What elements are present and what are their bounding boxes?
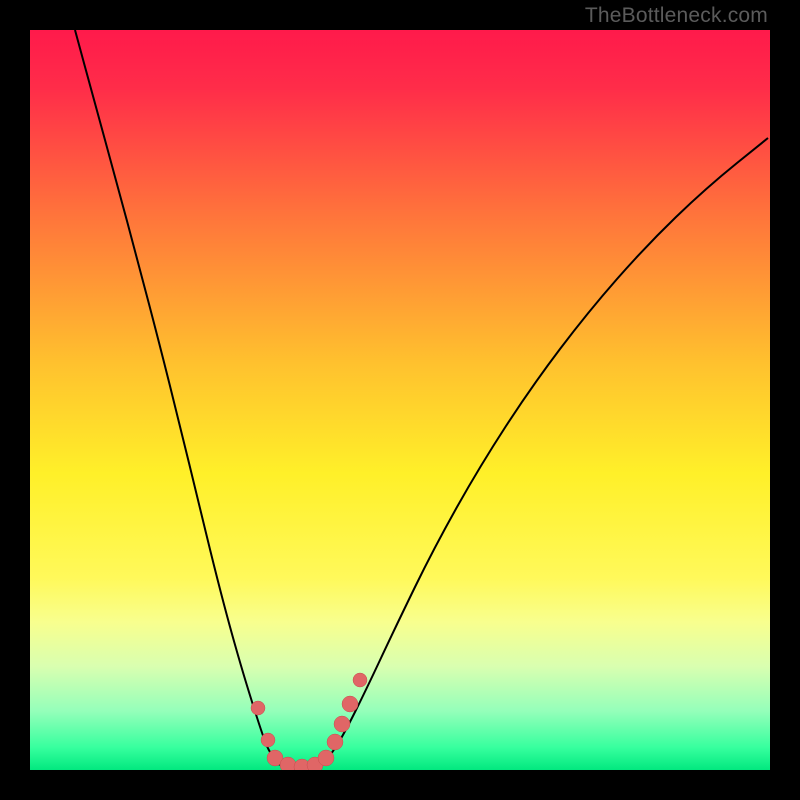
watermark-text: TheBottleneck.com [585,4,768,28]
data-marker [318,750,334,766]
data-marker [251,701,265,715]
background-gradient [30,30,770,770]
data-marker [261,733,275,747]
plot-area [30,30,770,770]
data-marker [353,673,367,687]
figure-frame: TheBottleneck.com [0,0,800,800]
data-marker [280,757,296,770]
data-marker [342,696,358,712]
data-marker [327,734,343,750]
data-marker [334,716,350,732]
plot-svg [30,30,770,770]
